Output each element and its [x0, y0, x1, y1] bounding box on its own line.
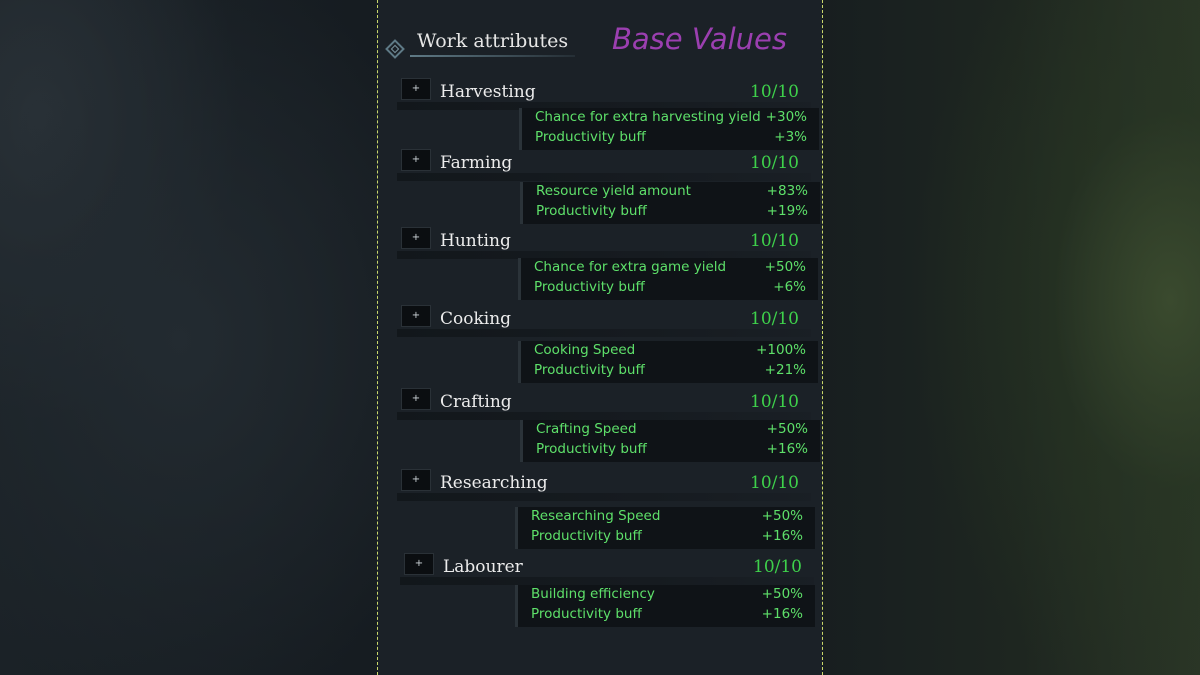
detail-label: Cooking Speed [534, 342, 636, 358]
attribute-bar [397, 412, 811, 420]
detail-label: Productivity buff [531, 606, 642, 622]
detail-line: Productivity buff +3% [535, 129, 807, 149]
detail-label: Researching Speed [531, 508, 661, 524]
attribute-row-crafting: + Crafting 10/10 [397, 388, 811, 422]
attribute-row-cooking: + Cooking 10/10 [397, 305, 811, 339]
detail-line: Productivity buff +21% [534, 362, 806, 382]
detail-line: Productivity buff +6% [534, 279, 806, 299]
detail-line: Researching Speed +50% [531, 508, 803, 528]
detail-label: Crafting Speed [536, 421, 637, 437]
attribute-details-farming: Resource yield amount +83% Productivity … [520, 182, 820, 224]
increase-farming-button[interactable]: + [401, 149, 431, 171]
detail-value: +50% [764, 259, 806, 275]
attribute-details-researching: Researching Speed +50% Productivity buff… [515, 507, 815, 549]
detail-value: +30% [765, 109, 807, 125]
attribute-level: 10/10 [750, 231, 799, 251]
attribute-row-farming: + Farming 10/10 [397, 149, 811, 183]
detail-value: +16% [761, 606, 803, 622]
detail-line: Building efficiency +50% [531, 586, 803, 606]
attribute-name: Crafting [440, 392, 512, 412]
detail-label: Resource yield amount [536, 183, 691, 199]
attribute-name: Cooking [440, 309, 512, 329]
attribute-level: 10/10 [753, 557, 802, 577]
detail-value: +16% [766, 441, 808, 457]
attribute-details-harvesting: Chance for extra harvesting yield +30% P… [519, 108, 819, 150]
detail-label: Building efficiency [531, 586, 655, 602]
attribute-level: 10/10 [750, 473, 799, 493]
attribute-level: 10/10 [750, 82, 799, 102]
attribute-bar [400, 577, 814, 585]
attribute-name: Researching [440, 473, 548, 493]
detail-line: Chance for extra game yield +50% [534, 259, 806, 279]
increase-cooking-button[interactable]: + [401, 305, 431, 327]
attribute-row-labourer: + Labourer 10/10 [400, 553, 814, 587]
attribute-details-labourer: Building efficiency +50% Productivity bu… [515, 585, 815, 627]
detail-label: Productivity buff [536, 441, 647, 457]
detail-value: +16% [761, 528, 803, 544]
attribute-details-crafting: Crafting Speed +50% Productivity buff +1… [520, 420, 820, 462]
header-divider [410, 55, 575, 57]
attribute-row-researching: + Researching 10/10 [397, 469, 811, 503]
detail-line: Productivity buff +16% [536, 441, 808, 461]
attribute-level: 10/10 [750, 153, 799, 173]
detail-line: Resource yield amount +83% [536, 183, 808, 203]
detail-label: Productivity buff [536, 203, 647, 219]
increase-crafting-button[interactable]: + [401, 388, 431, 410]
detail-line: Chance for extra harvesting yield +30% [535, 109, 807, 129]
detail-value: +83% [766, 183, 808, 199]
detail-label: Chance for extra harvesting yield [535, 109, 761, 125]
detail-value: +19% [766, 203, 808, 219]
detail-line: Crafting Speed +50% [536, 421, 808, 441]
detail-line: Productivity buff +19% [536, 203, 808, 223]
detail-value: +6% [773, 279, 806, 295]
attribute-name: Harvesting [440, 82, 536, 102]
detail-value: +100% [756, 342, 806, 358]
attribute-name: Labourer [443, 557, 523, 577]
detail-label: Productivity buff [534, 279, 645, 295]
panel-title: Work attributes [417, 30, 569, 52]
base-values-overlay-label: Base Values [612, 22, 787, 56]
attribute-bar [397, 173, 811, 181]
detail-line: Cooking Speed +100% [534, 342, 806, 362]
attribute-row-harvesting: + Harvesting 10/10 [397, 78, 811, 112]
attribute-name: Farming [440, 153, 513, 173]
attribute-name: Hunting [440, 231, 511, 251]
detail-line: Productivity buff +16% [531, 606, 803, 626]
detail-value: +50% [761, 586, 803, 602]
attribute-level: 10/10 [750, 392, 799, 412]
attribute-bar [397, 493, 811, 501]
attribute-details-hunting: Chance for extra game yield +50% Product… [518, 258, 818, 300]
increase-harvesting-button[interactable]: + [401, 78, 431, 100]
detail-value: +50% [761, 508, 803, 524]
increase-researching-button[interactable]: + [401, 469, 431, 491]
detail-label: Productivity buff [531, 528, 642, 544]
attribute-row-hunting: + Hunting 10/10 [397, 227, 811, 261]
detail-line: Productivity buff +16% [531, 528, 803, 548]
attribute-level: 10/10 [750, 309, 799, 329]
attribute-bar [397, 329, 811, 337]
increase-labourer-button[interactable]: + [404, 553, 434, 575]
attribute-details-cooking: Cooking Speed +100% Productivity buff +2… [518, 341, 818, 383]
detail-value: +21% [764, 362, 806, 378]
detail-label: Chance for extra game yield [534, 259, 727, 275]
detail-value: +3% [774, 129, 807, 145]
detail-label: Productivity buff [535, 129, 646, 145]
increase-hunting-button[interactable]: + [401, 227, 431, 249]
detail-label: Productivity buff [534, 362, 645, 378]
detail-value: +50% [766, 421, 808, 437]
